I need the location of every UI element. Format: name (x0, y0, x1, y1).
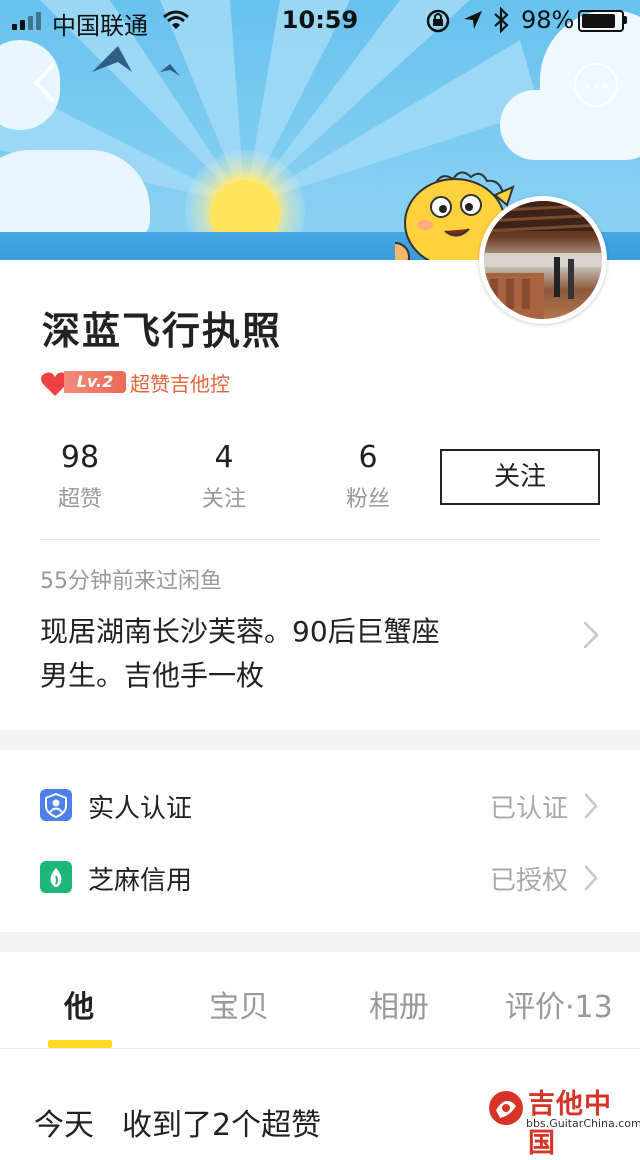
location-icon (464, 11, 482, 29)
verify-row-realname[interactable]: 实人认证 已认证 (0, 770, 640, 840)
avatar-image (484, 201, 602, 319)
bio[interactable]: 现居湖南长沙芙蓉。90后巨蟹座 男生。吉他手一枚 (40, 610, 540, 698)
verify-row-sesame[interactable]: 芝麻信用 已授权 (0, 842, 640, 912)
divider (40, 539, 600, 540)
feed-day: 今天 (34, 1108, 94, 1143)
status-bar: 中国联通 10:59 98% (0, 0, 640, 40)
row-label: 实人认证 (88, 794, 193, 824)
last-seen-text: 55分钟前来过闲鱼 (40, 569, 222, 594)
more-dot (594, 84, 599, 89)
battery-tip (624, 16, 627, 24)
avatar[interactable] (479, 196, 607, 324)
level-badge: Lv.2 (64, 371, 126, 393)
row-status: 已认证 (489, 794, 568, 824)
more-dot (585, 84, 590, 89)
watermark-url: bbs.GuitarChina.com (526, 1117, 640, 1130)
bluetooth-icon (494, 7, 509, 33)
divider (0, 1048, 640, 1049)
tab-items[interactable]: 宝贝 (209, 982, 269, 1026)
active-tab-indicator (48, 1040, 112, 1048)
bio-line: 男生。吉他手一枚 (40, 659, 265, 692)
feed-text: 收到了2个超赞 (122, 1108, 322, 1143)
chevron-right-icon (584, 865, 598, 891)
follow-button[interactable]: 关注 (440, 449, 600, 505)
stat-label: 粉丝 (345, 487, 390, 512)
sesame-credit-icon (40, 861, 72, 893)
stat-label: 超赞 (57, 487, 102, 512)
nickname: 深蓝飞行执照 (42, 309, 283, 353)
level-title: 超赞吉他控 (130, 372, 230, 396)
stat-value: 98 (60, 440, 100, 475)
watermark: 吉他中国 bbs.GuitarChina.com (486, 1080, 640, 1159)
tab-his[interactable]: 他 (64, 982, 94, 1026)
cloud-left (0, 150, 150, 240)
row-status: 已授权 (489, 866, 568, 896)
stat-likes[interactable]: 98 超赞 (15, 440, 145, 513)
section-gap (0, 932, 640, 952)
chevron-left-icon (34, 64, 54, 102)
rotation-lock-icon (426, 9, 450, 33)
guitarchina-logo-icon (489, 1091, 523, 1125)
tab-album[interactable]: 相册 (369, 982, 429, 1026)
cloud-right-low (500, 90, 640, 160)
more-options-button[interactable] (574, 63, 618, 107)
battery-icon (578, 10, 624, 32)
section-gap (0, 730, 640, 750)
tab-reviews[interactable]: 评价·13 (505, 982, 613, 1026)
stat-value: 6 (358, 440, 378, 475)
user-verify-icon (40, 789, 72, 821)
chevron-right-icon[interactable] (580, 620, 602, 650)
stat-followers[interactable]: 6 粉丝 (303, 440, 433, 513)
battery-percent: 98% (521, 6, 575, 34)
row-label: 芝麻信用 (88, 866, 193, 896)
bio-line: 现居湖南长沙芙蓉。90后巨蟹座 (40, 615, 440, 648)
more-dot (603, 84, 608, 89)
back-button[interactable] (22, 60, 68, 106)
stat-value: 4 (214, 440, 234, 475)
chevron-right-icon (584, 793, 598, 819)
stat-following[interactable]: 4 关注 (159, 440, 289, 513)
stat-label: 关注 (201, 487, 246, 512)
